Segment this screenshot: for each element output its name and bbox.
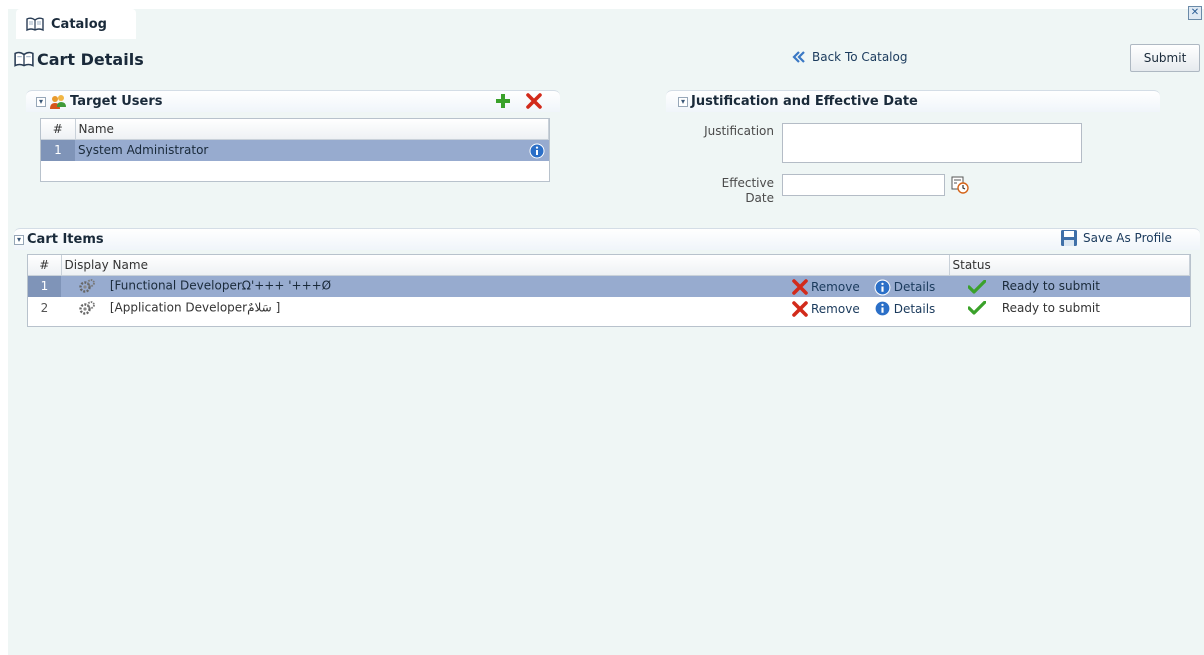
info-icon <box>874 300 891 317</box>
table-row[interactable]: 1 System Administrator <box>41 139 549 161</box>
book-icon <box>14 51 34 68</box>
column-header-number[interactable]: # <box>28 255 62 276</box>
target-users-table: # Name 1 System Administrator <box>40 118 550 182</box>
delete-icon[interactable] <box>526 93 542 113</box>
save-as-profile-label: Save As Profile <box>1083 231 1172 245</box>
item-status: Ready to submit <box>1001 279 1100 293</box>
target-users-title: Target Users <box>70 94 163 109</box>
page: Catalog ✕ Cart Details Back To Catalog S… <box>8 0 1204 655</box>
details-link[interactable]: Details <box>874 300 936 317</box>
collapse-chevron-icon[interactable]: ▾ <box>678 96 688 107</box>
back-to-catalog-link[interactable]: Back To Catalog <box>792 50 907 64</box>
item-display-name: [Functional DeveloperΩ'+++ '+++Ø <box>109 278 332 293</box>
justification-label: Justification <box>704 124 774 138</box>
details-label: Details <box>893 301 936 316</box>
column-header-number[interactable]: # <box>41 119 76 140</box>
checkmark-icon <box>968 301 986 315</box>
details-label: Details <box>893 280 936 294</box>
remove-label: Remove <box>811 280 860 294</box>
justification-header: ▾ Justification and Effective Date <box>666 90 1160 112</box>
row-number: 2 <box>40 301 49 315</box>
save-icon <box>1060 229 1078 247</box>
close-pane-icon[interactable]: ✕ <box>1188 6 1202 20</box>
cart-items-title: Cart Items <box>27 232 104 247</box>
column-header-status[interactable]: Status <box>949 255 1190 276</box>
item-display-name: [Application Developerسَلامٌ ] <box>109 300 281 315</box>
users-icon <box>49 94 67 110</box>
gears-icon <box>78 278 96 294</box>
details-link[interactable]: Details <box>874 279 936 296</box>
remove-link[interactable]: Remove <box>792 279 860 295</box>
table-row[interactable]: 2 [Application Developerسَلامٌ ] Remove … <box>28 297 1190 319</box>
user-name: System Administrator <box>78 143 209 158</box>
effective-date-field[interactable] <box>782 174 945 196</box>
column-header-name[interactable]: Name <box>75 119 549 140</box>
gears-icon <box>78 300 96 316</box>
calendar-icon[interactable] <box>951 176 969 197</box>
info-icon <box>874 279 891 296</box>
justification-title: Justification and Effective Date <box>691 94 918 109</box>
effective-date-label-line1: Effective <box>721 176 774 190</box>
row-number: 1 <box>41 139 75 161</box>
tab-catalog[interactable]: Catalog <box>16 9 136 39</box>
double-chevron-left-icon <box>792 50 806 64</box>
checkmark-icon <box>968 279 986 294</box>
table-row[interactable]: 1 [Functional DeveloperΩ'+++ '+++Ø Remov… <box>28 275 1190 297</box>
effective-date-label-line2: Date <box>745 191 774 205</box>
item-status: Ready to submit <box>1001 300 1100 315</box>
page-title-text: Cart Details <box>37 49 144 69</box>
justification-field[interactable] <box>782 123 1082 163</box>
target-users-header: ▾ Target Users <box>26 90 560 112</box>
save-as-profile-link[interactable]: Save As Profile <box>1060 229 1172 247</box>
tab-label: Catalog <box>51 16 107 32</box>
collapse-chevron-icon[interactable]: ▾ <box>36 96 46 107</box>
remove-link[interactable]: Remove <box>792 300 860 317</box>
cart-items-header: ▾ Cart Items <box>14 228 1200 250</box>
page-title: Cart Details <box>14 48 144 70</box>
info-icon[interactable] <box>529 143 545 162</box>
remove-icon <box>792 279 808 295</box>
top-strip <box>8 0 1204 9</box>
collapse-chevron-icon[interactable]: ▾ <box>14 234 24 245</box>
remove-icon <box>792 300 808 317</box>
remove-label: Remove <box>811 301 860 316</box>
cart-items-table: # Display Name Status 1 [Functional Deve… <box>27 254 1191 327</box>
book-icon <box>26 17 44 32</box>
effective-date-label: Effective Date <box>678 176 774 206</box>
column-header-display-name[interactable]: Display Name <box>61 255 950 276</box>
add-icon[interactable] <box>495 93 511 113</box>
back-to-catalog-label: Back To Catalog <box>812 50 908 64</box>
submit-button[interactable]: Submit <box>1130 44 1200 72</box>
row-number: 1 <box>28 275 61 297</box>
